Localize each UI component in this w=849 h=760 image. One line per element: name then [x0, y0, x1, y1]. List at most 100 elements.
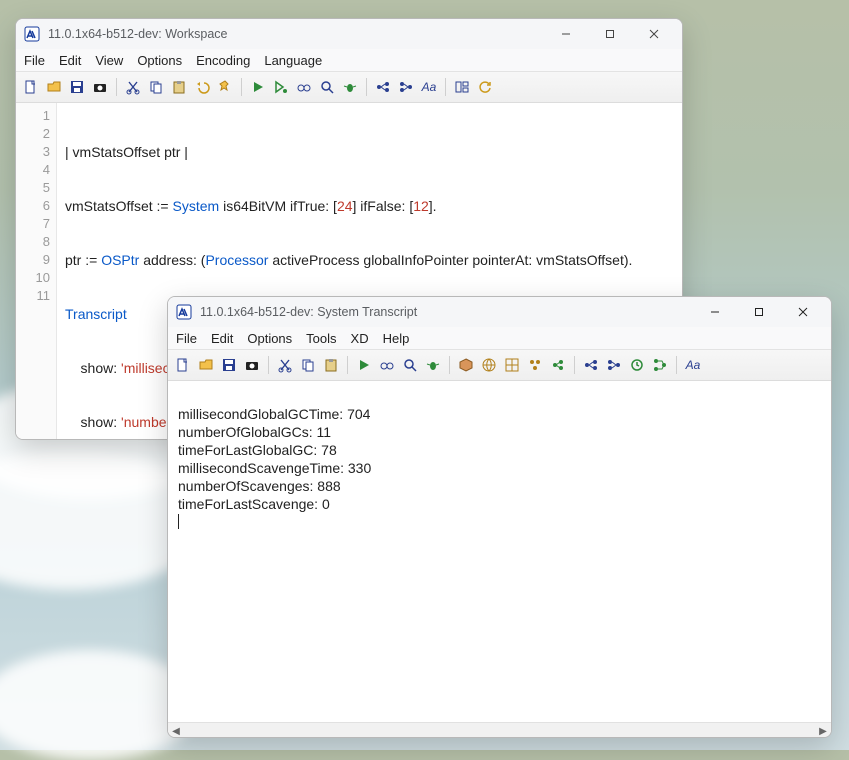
- font-icon[interactable]: Aa: [420, 78, 438, 96]
- camera-icon[interactable]: [243, 356, 261, 374]
- line-number: 8: [16, 233, 50, 251]
- camera-icon[interactable]: [91, 78, 109, 96]
- undo-icon[interactable]: [193, 78, 211, 96]
- line-number: 10: [16, 269, 50, 287]
- menu-bar: File Edit Options Tools XD Help: [168, 327, 831, 349]
- menu-options[interactable]: Options: [247, 331, 292, 346]
- app-icon: [176, 304, 192, 320]
- save-icon[interactable]: [68, 78, 86, 96]
- glasses-icon[interactable]: [295, 78, 313, 96]
- output-line: millisecondGlobalGCTime: 704: [178, 406, 370, 422]
- transcript-text-area[interactable]: millisecondGlobalGCTime: 704 numberOfGlo…: [168, 381, 831, 722]
- toolbar-separator: [116, 78, 117, 96]
- search-icon[interactable]: [401, 356, 419, 374]
- menu-help[interactable]: Help: [383, 331, 410, 346]
- font-icon[interactable]: Aa: [684, 356, 702, 374]
- line-number: 2: [16, 125, 50, 143]
- toolbar-separator: [445, 78, 446, 96]
- minimize-button[interactable]: [693, 298, 737, 326]
- menu-language[interactable]: Language: [264, 53, 322, 68]
- molecule-icon[interactable]: [549, 356, 567, 374]
- open-icon[interactable]: [197, 356, 215, 374]
- line-number: 1: [16, 107, 50, 125]
- glasses-icon[interactable]: [378, 356, 396, 374]
- app-icon: [24, 26, 40, 42]
- menu-view[interactable]: View: [95, 53, 123, 68]
- output-line: numberOfScavenges: 888: [178, 478, 341, 494]
- window-title: 11.0.1x64-b512-dev: Workspace: [48, 27, 544, 41]
- run-print-icon[interactable]: [272, 78, 290, 96]
- line-number: 6: [16, 197, 50, 215]
- menu-file[interactable]: File: [24, 53, 45, 68]
- code-line: vmStatsOffset := System is64BitVM ifTrue…: [65, 197, 674, 215]
- new-icon[interactable]: [22, 78, 40, 96]
- toolbar-separator: [574, 356, 575, 374]
- bug-icon[interactable]: [424, 356, 442, 374]
- menu-encoding[interactable]: Encoding: [196, 53, 250, 68]
- maximize-button[interactable]: [588, 20, 632, 48]
- copy-icon[interactable]: [299, 356, 317, 374]
- toolbar-separator: [449, 356, 450, 374]
- hierarchy-icon[interactable]: [651, 356, 669, 374]
- line-gutter: 1 2 3 4 5 6 7 8 9 10 11: [16, 103, 57, 440]
- horizontal-scrollbar[interactable]: ◀ ▶: [168, 722, 831, 738]
- toolbar-separator: [347, 356, 348, 374]
- open-icon[interactable]: [45, 78, 63, 96]
- toolbar-separator: [676, 356, 677, 374]
- scroll-right-icon[interactable]: ▶: [815, 723, 831, 738]
- node-out-icon[interactable]: [397, 78, 415, 96]
- code-line: | vmStatsOffset ptr |: [65, 143, 674, 161]
- toolbar-separator: [366, 78, 367, 96]
- menu-edit[interactable]: Edit: [59, 53, 81, 68]
- package-icon[interactable]: [457, 356, 475, 374]
- run-icon[interactable]: [249, 78, 267, 96]
- reload-green-icon[interactable]: [628, 356, 646, 374]
- menu-tools[interactable]: Tools: [306, 331, 336, 346]
- refresh-icon[interactable]: [476, 78, 494, 96]
- save-icon[interactable]: [220, 356, 238, 374]
- bug-icon[interactable]: [341, 78, 359, 96]
- globe-icon[interactable]: [480, 356, 498, 374]
- maximize-button[interactable]: [737, 298, 781, 326]
- run-icon[interactable]: [355, 356, 373, 374]
- menu-options[interactable]: Options: [137, 53, 182, 68]
- search-icon[interactable]: [318, 78, 336, 96]
- titlebar[interactable]: 11.0.1x64-b512-dev: Workspace: [16, 19, 682, 49]
- node-icon[interactable]: [582, 356, 600, 374]
- node-out-icon[interactable]: [605, 356, 623, 374]
- paste-icon[interactable]: [170, 78, 188, 96]
- scroll-left-icon[interactable]: ◀: [168, 723, 184, 738]
- output-line: numberOfGlobalGCs: 11: [178, 424, 331, 440]
- line-number: 3: [16, 143, 50, 161]
- pin-icon[interactable]: [216, 78, 234, 96]
- toolbar-separator: [241, 78, 242, 96]
- output-line: timeForLastGlobalGC: 78: [178, 442, 337, 458]
- node-icon[interactable]: [374, 78, 392, 96]
- cut-icon[interactable]: [124, 78, 142, 96]
- new-icon[interactable]: [174, 356, 192, 374]
- menu-edit[interactable]: Edit: [211, 331, 233, 346]
- cut-icon[interactable]: [276, 356, 294, 374]
- toolbar: Aa: [168, 349, 831, 381]
- menu-file[interactable]: File: [176, 331, 197, 346]
- minimize-button[interactable]: [544, 20, 588, 48]
- titlebar[interactable]: 11.0.1x64-b512-dev: System Transcript: [168, 297, 831, 327]
- transcript-body: millisecondGlobalGCTime: 704 numberOfGlo…: [168, 381, 831, 738]
- menu-xd[interactable]: XD: [351, 331, 369, 346]
- grid-icon[interactable]: [503, 356, 521, 374]
- layout-icon[interactable]: [453, 78, 471, 96]
- close-button[interactable]: [781, 298, 825, 326]
- paste-icon[interactable]: [322, 356, 340, 374]
- window-title: 11.0.1x64-b512-dev: System Transcript: [200, 305, 693, 319]
- line-number: 7: [16, 215, 50, 233]
- toolbar: Aa: [16, 71, 682, 103]
- close-button[interactable]: [632, 20, 676, 48]
- toolbar-separator: [268, 356, 269, 374]
- line-number: 9: [16, 251, 50, 269]
- output-line: millisecondScavengeTime: 330: [178, 460, 371, 476]
- menu-bar: File Edit View Options Encoding Language: [16, 49, 682, 71]
- code-line: ptr := OSPtr address: (Processor activeP…: [65, 251, 674, 269]
- copy-icon[interactable]: [147, 78, 165, 96]
- cluster-icon[interactable]: [526, 356, 544, 374]
- text-caret: [178, 514, 179, 529]
